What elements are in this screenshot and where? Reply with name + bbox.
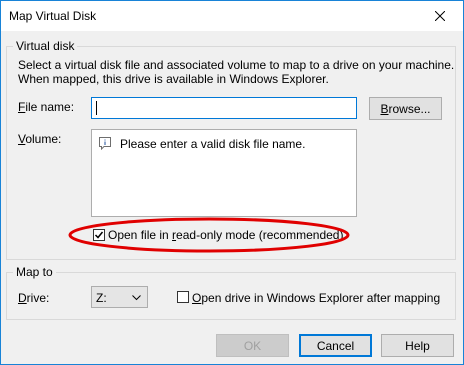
- help-button-label: Help: [405, 338, 430, 353]
- title-bar: Map Virtual Disk: [1, 1, 463, 31]
- description-line-2: When mapped, this drive is available in …: [18, 72, 329, 86]
- volume-message: Please enter a valid disk file name.: [120, 137, 306, 151]
- drive-label: Drive:: [18, 291, 50, 305]
- virtual-disk-group-title: Virtual disk: [13, 39, 78, 53]
- description-line-1: Select a virtual disk file and associate…: [18, 58, 455, 72]
- close-button[interactable]: [417, 1, 463, 31]
- file-name-label: File name:: [18, 100, 75, 114]
- map-to-group-title: Map to: [13, 265, 56, 279]
- help-button[interactable]: Help: [381, 334, 454, 357]
- text-caret: [96, 101, 97, 115]
- cancel-button-label: Cancel: [316, 338, 355, 353]
- chevron-down-icon: [132, 295, 141, 301]
- browse-button[interactable]: Browse...: [369, 97, 442, 120]
- volume-label: Volume:: [18, 132, 62, 146]
- drive-select[interactable]: Z:: [91, 286, 148, 308]
- ok-button-label: OK: [243, 338, 262, 353]
- map-virtual-disk-dialog: Map Virtual Disk Virtual disk Select a v…: [0, 0, 464, 365]
- drive-value: Z:: [96, 291, 107, 305]
- open-explorer-checkbox[interactable]: [177, 291, 189, 303]
- cancel-button[interactable]: Cancel: [299, 334, 372, 357]
- ok-button[interactable]: OK: [216, 334, 289, 357]
- file-name-input[interactable]: [91, 97, 357, 119]
- close-icon: [435, 11, 445, 21]
- info-icon: [99, 137, 111, 153]
- window-title: Map Virtual Disk: [9, 9, 97, 23]
- annotation-ellipse: [68, 217, 350, 253]
- open-explorer-label[interactable]: Open drive in Windows Explorer after map…: [192, 291, 440, 305]
- volume-list[interactable]: Please enter a valid disk file name.: [91, 129, 357, 217]
- browse-button-label: Browse...: [380, 101, 431, 116]
